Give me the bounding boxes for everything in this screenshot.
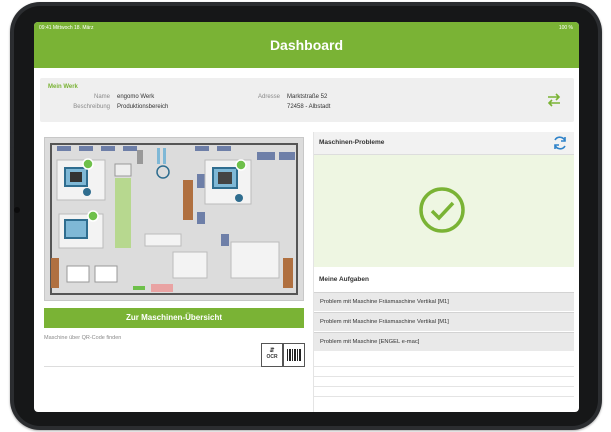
name-label: Name (93, 94, 110, 100)
name-value: engomo Werk (117, 94, 155, 100)
page-title: Dashboard (269, 37, 344, 53)
status-time: 09:41 Mittwoch 18. März (39, 25, 94, 31)
werk-section-title: Mein Werk (48, 84, 78, 90)
tasks-title: Meine Aufgaben (319, 276, 369, 283)
status-battery: 100 % (558, 25, 573, 31)
app-screen: 09:41 Mittwoch 18. März 100 % Dashboard … (34, 22, 579, 412)
machine-overview-button[interactable]: Zur Maschinen-Übersicht (44, 308, 304, 328)
task-item[interactable]: Problem mit Maschine Fräsmaschine Vertik… (314, 292, 574, 311)
ocr-scan-label: OCR (266, 354, 278, 360)
beschreibung-label: Beschreibung (73, 104, 110, 110)
adresse-line1: Marktstraße 52 (287, 94, 328, 100)
qr-search-label: Maschine über QR-Code finden (44, 335, 122, 341)
list-separator (314, 376, 574, 377)
front-camera (14, 207, 20, 213)
list-separator (314, 386, 574, 387)
floor-plan[interactable] (44, 137, 304, 301)
beschreibung-value: Produktionsbereich (117, 104, 169, 110)
swap-arrows-icon[interactable] (546, 92, 562, 108)
list-separator (314, 396, 574, 397)
refresh-icon[interactable] (552, 135, 568, 151)
app-header: 09:41 Mittwoch 18. März 100 % Dashboard (34, 22, 579, 68)
werk-card: Mein Werk Name engomo Werk Beschreibung … (40, 78, 574, 122)
task-item[interactable]: Problem mit Maschine Fräsmaschine Vertik… (314, 312, 574, 331)
adresse-line2: 72458 - Albstadt (287, 104, 331, 110)
task-item[interactable]: Problem mit Maschine [ENGEL e-mac] (314, 332, 574, 351)
adresse-label: Adresse (257, 94, 280, 100)
list-separator (314, 366, 574, 367)
problems-title: Maschinen-Probleme (319, 139, 385, 146)
barcode-glyph (287, 349, 301, 361)
check-circle-icon (419, 187, 465, 233)
floor-plan-drawing (45, 138, 303, 300)
barcode-scan-icon[interactable] (283, 343, 305, 367)
ocr-scan-icon[interactable]: ⇵ OCR (261, 343, 283, 367)
